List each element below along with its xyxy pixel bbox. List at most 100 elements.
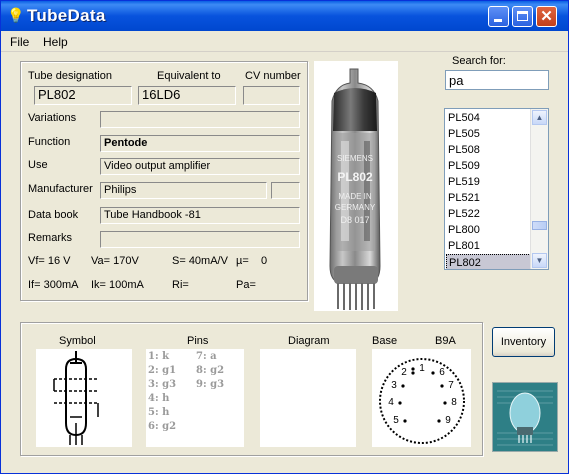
search-label: Search for:	[452, 55, 506, 67]
base-pin-number: 2	[401, 367, 407, 378]
pin-8: 8: g2	[196, 365, 225, 376]
result-item[interactable]: PL508	[446, 142, 533, 158]
maximize-button[interactable]	[512, 6, 533, 27]
manufacturer-extra-field[interactable]	[271, 182, 300, 199]
tube-designation-field[interactable]: PL802	[34, 86, 132, 105]
result-item[interactable]: PL519	[446, 174, 533, 190]
result-item[interactable]: PL522	[446, 206, 533, 222]
variations-label: Variations	[28, 112, 77, 124]
base-pin-dot	[443, 401, 447, 405]
maximize-icon	[517, 11, 528, 21]
symbol-box	[36, 349, 132, 447]
search-input[interactable]	[445, 70, 549, 90]
inventory-button[interactable]: Inventory	[492, 327, 555, 357]
base-pin-dot	[411, 367, 415, 371]
result-item[interactable]: PL802	[446, 254, 531, 269]
diagram-label: Diagram	[288, 335, 330, 347]
pin-6: 6: g2	[148, 421, 177, 432]
tube-marking-5: D8 017	[340, 215, 369, 225]
app-window: 💡 TubeData ✕ File Help Tube designation …	[0, 0, 569, 474]
results-list[interactable]: PL504 PL505 PL508 PL509 PL519 PL521 PL522 PL800…	[444, 108, 549, 270]
base-pin-number: 3	[391, 380, 397, 391]
base-pin-dot	[431, 371, 435, 375]
use-label: Use	[28, 159, 48, 171]
pin-4: 4: h	[148, 393, 170, 404]
function-label: Function	[28, 136, 71, 148]
cv-number-field[interactable]	[243, 86, 300, 105]
remarks-field[interactable]	[100, 231, 300, 248]
lightbulb-icon: 💡	[7, 7, 25, 23]
base-pin-dot	[398, 401, 402, 405]
vf-value: Vf= 16 V	[28, 255, 71, 267]
result-item[interactable]: PL504	[446, 110, 533, 126]
tube-photo: SIEMENS PL802 MADE IN GERMANY D8 017	[314, 61, 398, 311]
result-item[interactable]: PL521	[446, 190, 533, 206]
results-scrollbar[interactable]: ▲ ▼	[530, 109, 548, 269]
minimize-button[interactable]	[488, 6, 509, 27]
s-value: S= 40mA/V	[172, 255, 228, 267]
title-bar[interactable]: 💡 TubeData ✕	[1, 1, 568, 31]
base-pin-number: 4	[388, 397, 394, 408]
if-value: If= 300mA	[28, 279, 79, 291]
result-item[interactable]: PL505	[446, 126, 533, 142]
mu-value: 0	[261, 255, 268, 267]
base-pin-number: 5	[393, 415, 399, 426]
tube-marking-4: GERMANY	[335, 203, 376, 212]
tube-marking-2: PL802	[337, 170, 373, 184]
variations-field[interactable]	[100, 111, 300, 128]
ri-value: Ri=	[172, 279, 189, 291]
pin-7: 7: a	[196, 351, 217, 362]
pins-box: 1: k 2: g1 3: g3 4: h 5: h 6: g2 7: a 8:…	[146, 349, 244, 447]
use-field[interactable]: Video output amplifier	[100, 158, 300, 175]
minimize-icon	[494, 19, 502, 22]
data-book-field[interactable]: Tube Handbook -81	[100, 207, 300, 224]
pin-9: 9: g3	[196, 379, 225, 390]
base-pin-dot	[403, 419, 407, 423]
equivalent-to-label: Equivalent to	[157, 70, 221, 82]
manufacturer-field[interactable]: Philips	[100, 182, 267, 199]
menu-bar: File Help	[1, 31, 568, 52]
base-pin-dot	[401, 384, 405, 388]
base-pin-number: 1	[419, 363, 425, 374]
tube-photo-graphic: SIEMENS PL802 MADE IN GERMANY D8 017	[329, 68, 381, 310]
scroll-thumb[interactable]	[532, 221, 547, 230]
b9a-base-diagram: 123456789	[379, 358, 465, 444]
base-pin-dot	[440, 384, 444, 388]
ik-value: Ik= 100mA	[91, 279, 144, 291]
result-item[interactable]: PL801	[446, 238, 533, 254]
pin-1: 1: k	[148, 351, 170, 362]
close-button[interactable]: ✕	[536, 6, 557, 27]
base-type-label: B9A	[435, 335, 456, 347]
pin-5: 5: h	[148, 407, 170, 418]
tube-marking-1: SIEMENS	[337, 154, 373, 163]
result-item[interactable]: PL509	[446, 158, 533, 174]
base-label: Base	[372, 335, 398, 347]
function-field[interactable]: Pentode	[100, 135, 300, 152]
base-pin-number: 8	[451, 397, 457, 408]
diagram-box	[260, 349, 356, 447]
pin-2: 2: g1	[148, 365, 177, 376]
base-pin-dot	[411, 371, 415, 375]
data-book-label: Data book	[28, 209, 79, 221]
close-icon: ✕	[540, 8, 553, 25]
menu-file[interactable]: File	[10, 35, 29, 49]
result-item[interactable]: PL800	[446, 222, 533, 238]
pentode-symbol	[53, 351, 99, 445]
tubedata-logo	[492, 382, 558, 452]
scroll-up-icon[interactable]: ▲	[532, 110, 547, 125]
base-pin-dot	[437, 419, 441, 423]
equivalent-to-field[interactable]: 16LD6	[138, 86, 236, 105]
base-box: 123456789	[372, 349, 471, 447]
logo-graphic	[493, 383, 557, 451]
cv-number-label: CV number	[245, 70, 301, 82]
base-pin-number: 7	[448, 380, 454, 391]
tube-marking-3: MADE IN	[338, 192, 372, 201]
mu-label: µ=	[236, 255, 249, 267]
remarks-label: Remarks	[28, 232, 73, 244]
symbol-label: Symbol	[59, 335, 96, 347]
pin-3: 3: g3	[148, 379, 177, 390]
scroll-down-icon[interactable]: ▼	[532, 253, 547, 268]
manufacturer-label: Manufacturer	[28, 183, 93, 195]
pa-value: Pa=	[236, 279, 256, 291]
menu-help[interactable]: Help	[43, 35, 68, 49]
